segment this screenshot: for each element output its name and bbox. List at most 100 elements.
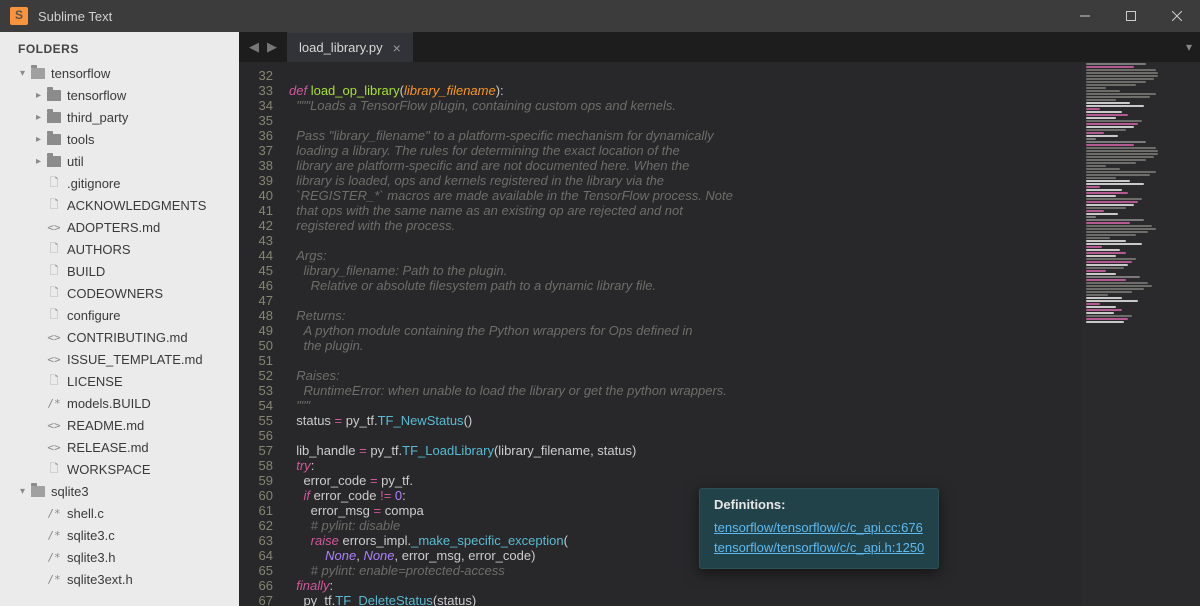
definition-link-0[interactable]: tensorflow/tensorflow/c/c_api.cc:676 (714, 518, 924, 538)
tab-overflow-icon[interactable]: ▾ (1178, 40, 1200, 54)
line-number[interactable]: 38 (239, 158, 273, 173)
line-number[interactable]: 50 (239, 338, 273, 353)
code-line[interactable]: status = py_tf.TF_NewStatus() (289, 413, 1200, 428)
code-line[interactable]: def load_op_library(library_filename): (289, 83, 1200, 98)
line-number[interactable]: 63 (239, 533, 273, 548)
file-item[interactable]: /*models.BUILD (0, 392, 239, 414)
file-item[interactable]: <>ISSUE_TEMPLATE.md (0, 348, 239, 370)
line-number[interactable]: 34 (239, 98, 273, 113)
folders-sidebar[interactable]: FOLDERS ▾tensorflow▸tensorflow▸third_par… (0, 32, 239, 606)
code-line[interactable]: """Loads a TensorFlow plugin, containing… (289, 98, 1200, 113)
line-number[interactable]: 59 (239, 473, 273, 488)
code-line[interactable]: lib_handle = py_tf.TF_LoadLibrary(librar… (289, 443, 1200, 458)
file-item[interactable]: /*shell.c (0, 502, 239, 524)
line-number[interactable]: 62 (239, 518, 273, 533)
line-number[interactable]: 64 (239, 548, 273, 563)
code-line[interactable]: that ops with the same name as an existi… (289, 203, 1200, 218)
line-number[interactable]: 54 (239, 398, 273, 413)
code-line[interactable]: Pass "library_filename" to a platform-sp… (289, 128, 1200, 143)
file-item[interactable]: /*sqlite3ext.h (0, 568, 239, 590)
line-number[interactable]: 67 (239, 593, 273, 606)
disclosure-arrow-icon[interactable]: ▸ (34, 112, 43, 123)
line-number[interactable]: 45 (239, 263, 273, 278)
disclosure-arrow-icon[interactable]: ▾ (18, 486, 27, 497)
file-item[interactable]: 🗋ACKNOWLEDGMENTS (0, 194, 239, 216)
file-item[interactable]: 🗋BUILD (0, 260, 239, 282)
file-item[interactable]: <>ADOPTERS.md (0, 216, 239, 238)
file-item[interactable]: 🗋WORKSPACE (0, 458, 239, 480)
line-number[interactable]: 51 (239, 353, 273, 368)
line-number[interactable]: 55 (239, 413, 273, 428)
folder-item[interactable]: ▸util (0, 150, 239, 172)
line-number[interactable]: 33 (239, 83, 273, 98)
code-line[interactable] (289, 233, 1200, 248)
line-number[interactable]: 60 (239, 488, 273, 503)
file-item[interactable]: <>CONTRIBUTING.md (0, 326, 239, 348)
file-item[interactable]: 🗋LICENSE (0, 370, 239, 392)
line-number[interactable]: 48 (239, 308, 273, 323)
code-line[interactable]: `REGISTER_*` macros are made available i… (289, 188, 1200, 203)
file-item[interactable]: /*sqlite3.h (0, 546, 239, 568)
code-line[interactable] (289, 113, 1200, 128)
code-line[interactable]: finally: (289, 578, 1200, 593)
line-number[interactable]: 65 (239, 563, 273, 578)
code-line[interactable]: loading a library. The rules for determi… (289, 143, 1200, 158)
close-button[interactable] (1154, 0, 1200, 32)
line-number[interactable]: 37 (239, 143, 273, 158)
code-line[interactable] (289, 293, 1200, 308)
line-number[interactable]: 35 (239, 113, 273, 128)
tab-load-library[interactable]: load_library.py × (287, 32, 413, 62)
code-line[interactable] (289, 353, 1200, 368)
code-line[interactable]: """ (289, 398, 1200, 413)
folder-item[interactable]: ▸third_party (0, 106, 239, 128)
code-line[interactable]: library_filename: Path to the plugin. (289, 263, 1200, 278)
folder-item[interactable]: ▾sqlite3 (0, 480, 239, 502)
file-item[interactable]: <>README.md (0, 414, 239, 436)
line-number[interactable]: 41 (239, 203, 273, 218)
line-number[interactable]: 52 (239, 368, 273, 383)
code-line[interactable] (289, 428, 1200, 443)
file-item[interactable]: 🗋CODEOWNERS (0, 282, 239, 304)
minimap[interactable] (1082, 62, 1200, 606)
folder-item[interactable]: ▸tools (0, 128, 239, 150)
line-number[interactable]: 32 (239, 68, 273, 83)
disclosure-arrow-icon[interactable]: ▸ (34, 90, 43, 101)
code-line[interactable] (289, 68, 1200, 83)
line-number[interactable]: 42 (239, 218, 273, 233)
disclosure-arrow-icon[interactable]: ▸ (34, 156, 43, 167)
folder-item[interactable]: ▾tensorflow (0, 62, 239, 84)
disclosure-arrow-icon[interactable]: ▸ (34, 134, 43, 145)
line-number[interactable]: 61 (239, 503, 273, 518)
code-line[interactable]: registered with the process. (289, 218, 1200, 233)
line-number[interactable]: 56 (239, 428, 273, 443)
line-number[interactable]: 43 (239, 233, 273, 248)
code-line[interactable]: A python module containing the Python wr… (289, 323, 1200, 338)
tab-history-back-icon[interactable]: ◀ (249, 39, 259, 55)
minimize-button[interactable] (1062, 0, 1108, 32)
line-number[interactable]: 47 (239, 293, 273, 308)
line-number[interactable]: 58 (239, 458, 273, 473)
line-number[interactable]: 57 (239, 443, 273, 458)
line-number[interactable]: 36 (239, 128, 273, 143)
code-line[interactable]: Args: (289, 248, 1200, 263)
maximize-button[interactable] (1108, 0, 1154, 32)
folder-item[interactable]: ▸tensorflow (0, 84, 239, 106)
code-line[interactable]: the plugin. (289, 338, 1200, 353)
file-item[interactable]: 🗋AUTHORS (0, 238, 239, 260)
file-item[interactable]: 🗋.gitignore (0, 172, 239, 194)
code-line[interactable]: Returns: (289, 308, 1200, 323)
file-item[interactable]: 🗋configure (0, 304, 239, 326)
line-number[interactable]: 40 (239, 188, 273, 203)
code-line[interactable]: try: (289, 458, 1200, 473)
line-number[interactable]: 66 (239, 578, 273, 593)
disclosure-arrow-icon[interactable]: ▾ (18, 68, 27, 79)
file-item[interactable]: /*sqlite3.c (0, 524, 239, 546)
line-number[interactable]: 46 (239, 278, 273, 293)
code-line[interactable]: library is loaded, ops and kernels regis… (289, 173, 1200, 188)
line-number[interactable]: 44 (239, 248, 273, 263)
code-line[interactable]: RuntimeError: when unable to load the li… (289, 383, 1200, 398)
line-number[interactable]: 53 (239, 383, 273, 398)
file-item[interactable]: <>RELEASE.md (0, 436, 239, 458)
code-line[interactable]: error_code = py_tf. (289, 473, 1200, 488)
definition-link-1[interactable]: tensorflow/tensorflow/c/c_api.h:1250 (714, 538, 924, 558)
